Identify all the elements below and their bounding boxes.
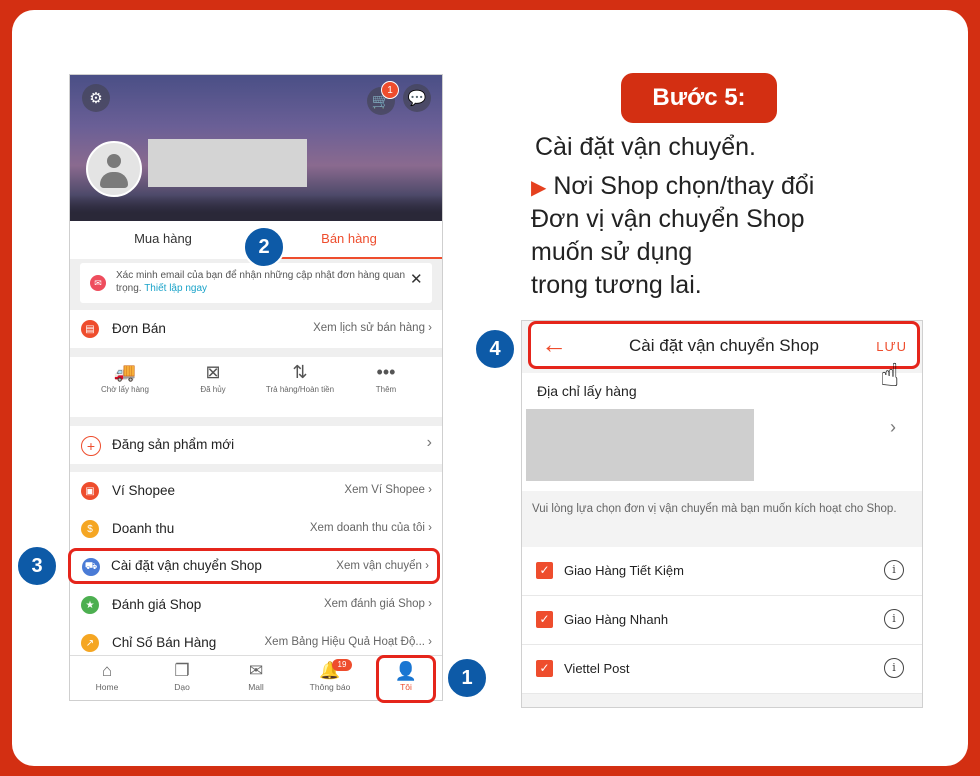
home-icon: ⌂ [101, 661, 113, 680]
wallet-icon: ▣ [81, 482, 99, 500]
nav-notifications[interactable]: 🔔 Thông báo [295, 660, 365, 692]
marker-1: 1 [446, 657, 488, 699]
step-line-1: Cài đặt vận chuyển. [535, 133, 756, 161]
setup-now-link[interactable]: Thiết lập ngay [144, 283, 207, 294]
browse-icon: ❐ [174, 661, 190, 680]
mall-bag-icon: ✉ [248, 661, 264, 680]
user-icon: 👤 [394, 661, 418, 681]
return-icon: ⇅ [292, 362, 308, 382]
marker-4: 4 [474, 328, 516, 370]
menu-wallet[interactable]: ▣ Ví Shopee Xem Ví Shopee › [70, 472, 442, 510]
notice-text: Xác minh email của bạn để nhận những cập… [116, 269, 406, 295]
orders-history-link[interactable]: Xem lịch sử bán hàng › [313, 322, 432, 334]
orders-row[interactable]: ▤ Đơn Bán Xem lịch sử bán hàng › [70, 310, 442, 348]
pickup-address-label: Địa chỉ lấy hàng [537, 383, 637, 399]
menu-shipping-settings[interactable]: ⛟ Cài đặt vận chuyển Shop Xem vận chuyển… [68, 548, 440, 584]
marker-3: 3 [16, 545, 58, 587]
mail-icon: ✉ [90, 275, 106, 291]
bell-icon: 🔔 [319, 661, 341, 680]
address-redacted [526, 409, 754, 481]
status-cancelled[interactable]: ⊠ Đã hủy [173, 359, 253, 394]
star-icon: ★ [81, 596, 99, 614]
pickup-address[interactable]: Địa chỉ lấy hàng › [522, 373, 922, 491]
profile-screen: ⚙ 🛒 1 💬 Mua hàng Bán hàng ✉ Xác minh ema… [69, 74, 443, 701]
revenue-icon: $ [81, 520, 99, 538]
carrier-viettel[interactable]: ✓ Viettel Post i [522, 645, 922, 694]
info-icon[interactable]: i [884, 609, 904, 629]
step-line-3: Đơn vị vận chuyển Shop [531, 205, 805, 233]
info-icon[interactable]: i [884, 658, 904, 678]
order-status-bar: 🚚 Chờ lấy hàng ⊠ Đã hủy ⇅ Trả hàng/Hoàn … [70, 357, 442, 417]
arrow-right-icon: ▶ [531, 177, 547, 199]
shipping-settings-screen: Địa chỉ lấy hàng › Vui lòng lựa chọn đơn… [521, 320, 923, 708]
orders-label: Đơn Bán [112, 321, 166, 336]
settings-gear-icon[interactable]: ⚙ [82, 84, 110, 112]
username-redacted [148, 139, 307, 187]
status-to-pick[interactable]: 🚚 Chờ lấy hàng [85, 359, 165, 394]
profile-header: ⚙ 🛒 1 💬 [70, 75, 442, 221]
nav-me[interactable]: 👤 Tôi [376, 655, 436, 703]
nav-mall[interactable]: ✉ Mall [221, 660, 291, 692]
avatar-body [100, 172, 128, 188]
shipping-truck-icon: ⛟ [82, 558, 100, 576]
avatar[interactable] [86, 141, 142, 197]
chevron-right-icon: › [890, 417, 896, 437]
close-icon[interactable]: ✕ [410, 272, 423, 287]
chart-icon: ↗ [81, 634, 99, 652]
tab-buy[interactable]: Mua hàng [70, 221, 256, 259]
carrier-ghtk[interactable]: ✓ Giao Hàng Tiết Kiệm i [522, 547, 922, 596]
nav-browse[interactable]: ❐ Dạo [147, 660, 217, 692]
nav-home[interactable]: ⌂ Home [72, 660, 142, 692]
new-product-row[interactable]: + Đăng sản phẩm mới › [70, 426, 442, 464]
view-shipping-link[interactable]: Xem vận chuyển › [336, 560, 429, 572]
cart-badge: 1 [381, 81, 399, 99]
shipping-header: ← Cài đặt vận chuyển Shop LƯU [528, 321, 920, 369]
orders-icon: ▤ [81, 320, 99, 338]
cancel-doc-icon: ⊠ [205, 362, 221, 382]
step-line-4: muốn sử dụng [531, 238, 693, 266]
chat-icon[interactable]: 💬 [403, 84, 431, 112]
chevron-right-icon: › [426, 434, 432, 451]
carrier-hint: Vui lòng lựa chọn đơn vị vận chuyển mà b… [532, 503, 897, 515]
avatar-head [107, 154, 121, 168]
more-icon: ••• [376, 362, 396, 382]
marker-2: 2 [243, 226, 285, 268]
status-more[interactable]: ••• Thêm [346, 359, 426, 394]
new-product-label: Đăng sản phẩm mới [112, 437, 235, 452]
hand-cursor-icon: ☝ [880, 357, 900, 393]
shipping-settings-label: Cài đặt vận chuyển Shop [111, 558, 262, 573]
notification-badge: 19 [332, 659, 352, 671]
city-skyline [70, 195, 442, 221]
add-icon: + [81, 436, 101, 456]
step-line-5: trong tương lai. [531, 271, 702, 299]
checkbox-checked-icon[interactable]: ✓ [536, 660, 553, 677]
info-icon[interactable]: i [884, 560, 904, 580]
step-title: Bước 5: [621, 73, 777, 123]
menu-reviews[interactable]: ★ Đánh giá Shop Xem đánh giá Shop › [70, 586, 442, 624]
carrier-ghn[interactable]: ✓ Giao Hàng Nhanh i [522, 596, 922, 645]
save-button[interactable]: LƯU [876, 339, 907, 354]
status-returns[interactable]: ⇅ Trả hàng/Hoàn tiền [260, 359, 340, 394]
shipping-title: Cài đặt vận chuyển Shop [629, 336, 819, 355]
checkbox-checked-icon[interactable]: ✓ [536, 562, 553, 579]
step-line-2: ▶ Nơi Shop chọn/thay đổi [531, 172, 815, 200]
checkbox-checked-icon[interactable]: ✓ [536, 611, 553, 628]
menu-revenue[interactable]: $ Doanh thu Xem doanh thu của tôi › [70, 510, 442, 548]
truck-icon: 🚚 [113, 362, 137, 382]
email-notice: ✉ Xác minh email của bạn để nhận những c… [80, 263, 432, 303]
